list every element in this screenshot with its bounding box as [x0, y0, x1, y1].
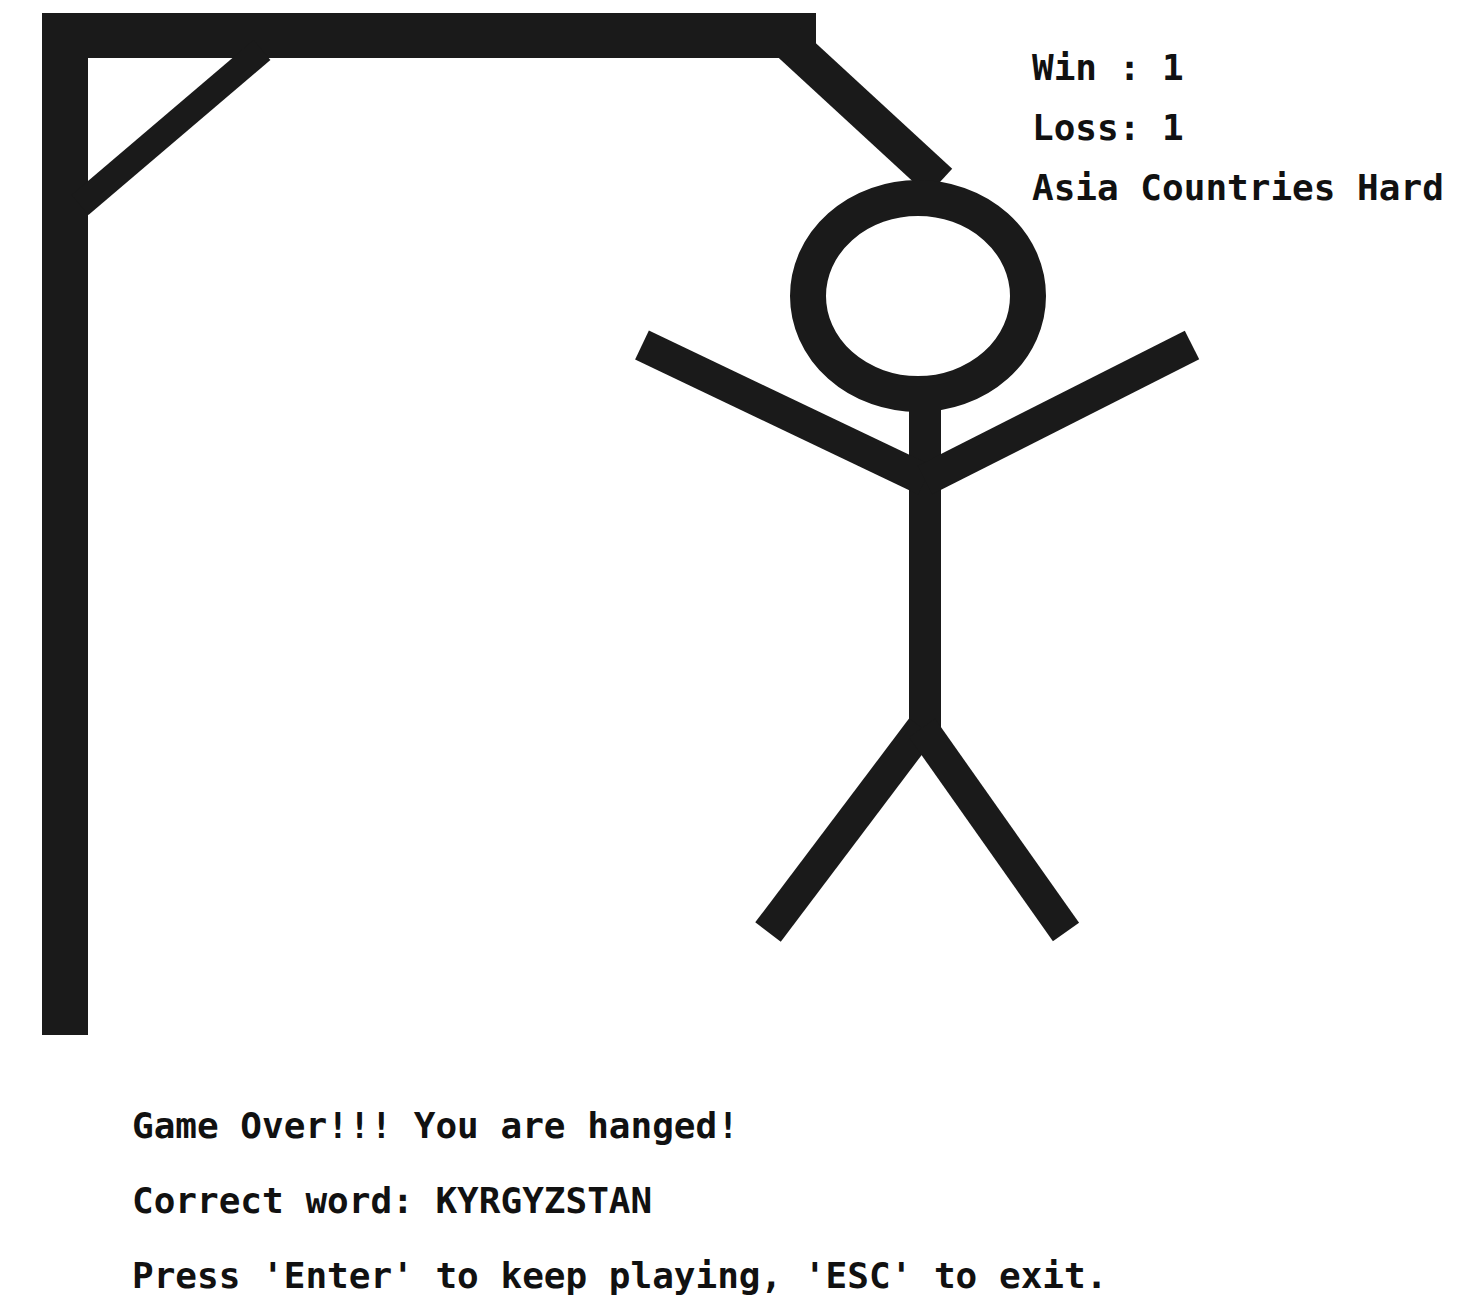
- message-panel: Game Over!!! You are hanged!Correct word…: [0, 1088, 1469, 1310]
- body-icon: [925, 400, 926, 728]
- prompt-message: Press 'Enter' to keep playing, 'ESC' to …: [132, 1238, 1469, 1310]
- gallows-icon: [0, 0, 1469, 1088]
- right-leg-icon: [922, 728, 1066, 932]
- game-screen: Win : 1Loss: 1Asia Countries Hard Game Ov…: [0, 0, 1469, 1310]
- head-icon: [808, 198, 1028, 394]
- status-message: Game Over!!! You are hanged!: [132, 1088, 1469, 1163]
- right-arm-icon: [925, 345, 1192, 480]
- answer-message: Correct word: KYRGYZSTAN: [132, 1163, 1469, 1238]
- win-count: Win : 1: [1032, 38, 1444, 98]
- left-arm-icon: [642, 345, 925, 480]
- category-label: Asia Countries Hard: [1032, 158, 1444, 218]
- game-canvas: Win : 1Loss: 1Asia Countries Hard: [0, 0, 1469, 1088]
- left-leg-icon: [768, 728, 922, 932]
- stats-panel: Win : 1Loss: 1Asia Countries Hard: [1032, 38, 1444, 218]
- loss-count: Loss: 1: [1032, 98, 1444, 158]
